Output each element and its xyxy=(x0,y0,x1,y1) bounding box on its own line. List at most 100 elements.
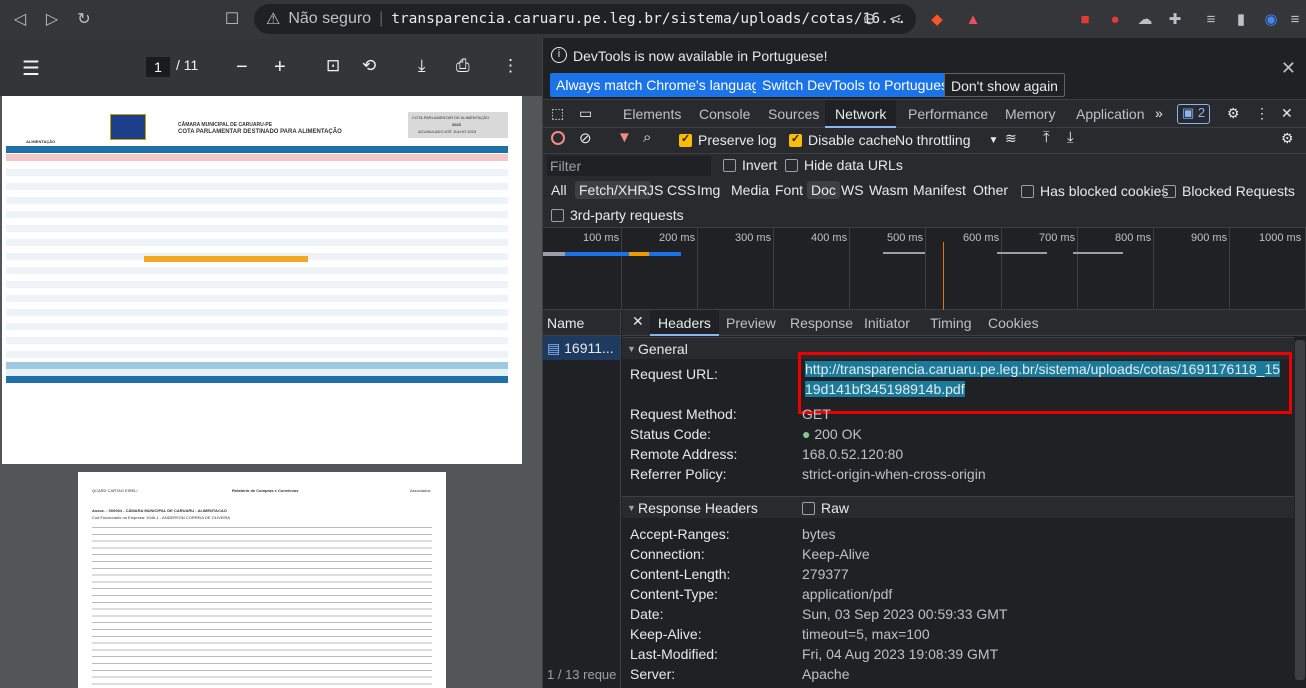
blocked-cookies-checkbox[interactable]: Has blocked cookies xyxy=(1021,183,1168,199)
type-font[interactable]: Font xyxy=(771,181,807,199)
type-img[interactable]: Img xyxy=(693,181,724,199)
download-icon[interactable]: ⤓ xyxy=(1067,129,1074,146)
checkbox-icon xyxy=(551,208,564,222)
download-icon[interactable]: ⤓ xyxy=(418,56,426,76)
tab-response[interactable]: Response xyxy=(782,310,861,336)
tab-network[interactable]: Network xyxy=(825,100,897,128)
cloud-icon[interactable]: ☁ xyxy=(1130,4,1160,34)
type-ws[interactable]: WS xyxy=(837,181,868,199)
type-doc[interactable]: Doc xyxy=(807,181,840,199)
tab-timing[interactable]: Timing xyxy=(922,310,980,336)
raw-checkbox[interactable]: Raw xyxy=(802,497,849,519)
media-icon[interactable]: ≡ xyxy=(1196,4,1226,34)
network-overview[interactable]: 100 ms 200 ms 300 ms 400 ms 500 ms 600 m… xyxy=(543,228,1306,310)
triangle-down-icon: ▼ xyxy=(627,503,636,513)
device-toolbar-icon[interactable]: ▭ xyxy=(579,105,592,122)
wifi-settings-icon[interactable]: ≋ xyxy=(1005,130,1017,147)
throttling-select[interactable]: No throttling ▼ xyxy=(895,132,998,148)
fit-page-icon[interactable]: ⊡ xyxy=(326,56,340,76)
close-icon[interactable]: ✕ xyxy=(632,313,644,330)
menu-icon[interactable]: ≡ xyxy=(1280,4,1306,34)
throttling-value: No throttling xyxy=(895,132,971,148)
type-fetch-xhr[interactable]: Fetch/XHR xyxy=(575,181,652,199)
brave-rewards-icon[interactable]: ▲ xyxy=(958,4,988,34)
checkbox-icon xyxy=(723,158,736,172)
clear-icon[interactable]: ⊘ xyxy=(579,129,592,147)
back-icon[interactable]: ◁ xyxy=(4,3,36,35)
pdf-viewer: ☰ 1 / 11 − + ⊡ ⟲ ⤓ ⎙ ⋮ CÂMARA MUNICIPAL … xyxy=(0,38,542,688)
zoom-in-icon[interactable]: + xyxy=(274,56,286,79)
tab-performance[interactable]: Performance xyxy=(898,100,998,128)
tab-headers[interactable]: Headers xyxy=(650,310,719,336)
close-devtools-icon[interactable]: ✕ xyxy=(1281,105,1293,122)
zoom-out-icon[interactable]: − xyxy=(236,56,248,79)
issues-badge[interactable]: ▣ 2 xyxy=(1177,104,1211,124)
switch-portuguese-button[interactable]: Switch DevTools to Portuguese xyxy=(756,73,962,97)
section-label: ALIMENTAÇÃO xyxy=(26,139,56,144)
url-text[interactable]: transparencia.caruaru.pe.leg.br/sistema/… xyxy=(391,11,906,27)
dont-show-button[interactable]: Don't show again xyxy=(944,73,1065,97)
tick-line xyxy=(773,228,774,310)
network-settings-icon[interactable]: ⚙ xyxy=(1281,130,1294,147)
invert-checkbox[interactable]: Invert xyxy=(723,157,777,173)
close-icon[interactable]: ✕ xyxy=(1281,58,1296,79)
brave-shield-icon[interactable]: ◆ xyxy=(922,4,952,34)
puzzle-icon[interactable]: ✚ xyxy=(1160,4,1190,34)
tab-application[interactable]: Application xyxy=(1066,100,1155,128)
type-wasm[interactable]: Wasm xyxy=(865,181,912,199)
page-number-input[interactable]: 1 xyxy=(146,57,170,77)
third-party-checkbox[interactable]: 3rd-party requests xyxy=(551,207,684,223)
share-icon[interactable]: ⋖ xyxy=(889,9,902,29)
upload-icon[interactable]: ⤒ xyxy=(1043,129,1050,146)
sidebar-icon[interactable]: ▮ xyxy=(1226,4,1256,34)
table-body xyxy=(6,162,508,362)
scrollbar[interactable] xyxy=(1295,340,1305,680)
header-value: Keep-Alive xyxy=(802,546,870,562)
type-other[interactable]: Other xyxy=(969,181,1012,199)
more-icon[interactable]: ⋮ xyxy=(1255,105,1269,122)
disable-cache-checkbox[interactable]: Disable cache xyxy=(789,132,896,148)
record-icon[interactable] xyxy=(551,131,565,145)
tab-cookies[interactable]: Cookies xyxy=(980,310,1047,336)
tab-memory[interactable]: Memory xyxy=(995,100,1066,128)
tick-line xyxy=(849,228,850,310)
tab-preview[interactable]: Preview xyxy=(718,310,784,336)
tab-elements[interactable]: Elements xyxy=(613,100,691,128)
inspect-icon[interactable]: ⬚ xyxy=(551,105,564,122)
request-row[interactable]: ▤ 16911... xyxy=(543,336,620,360)
menu-icon[interactable]: ☰ xyxy=(22,56,40,81)
forward-icon[interactable]: ▷ xyxy=(36,3,68,35)
filter-icon[interactable]: ▼ xyxy=(617,129,632,146)
pdf-extension-icon[interactable]: ■ xyxy=(1070,4,1100,34)
tab-initiator[interactable]: Initiator xyxy=(856,310,918,336)
hide-data-urls-checkbox[interactable]: Hide data URLs xyxy=(785,157,903,173)
extension-icon[interactable]: ● xyxy=(1100,4,1130,34)
invert-label: Invert xyxy=(742,157,778,173)
page2-table xyxy=(92,524,432,688)
request-area: Name ▤ 16911... 1 / 13 reque ✕ Headers P… xyxy=(543,310,1306,688)
rotate-icon[interactable]: ⟲ xyxy=(362,56,376,76)
search-icon[interactable]: ⌕ xyxy=(643,129,651,146)
disable-cache-label: Disable cache xyxy=(808,132,896,148)
request-url-value[interactable]: http://transparencia.caruaru.pe.leg.br/s… xyxy=(805,359,1287,399)
type-manifest[interactable]: Manifest xyxy=(909,181,970,199)
address-bar[interactable]: ⚠ Não seguro | transparencia.caruaru.pe.… xyxy=(254,4,916,34)
zoom-icon[interactable]: ⊖ xyxy=(863,9,876,29)
response-headers-section-header[interactable]: ▼ Response Headers Raw xyxy=(622,496,1294,518)
type-all[interactable]: All xyxy=(547,181,571,199)
always-match-button[interactable]: Always match Chrome's language xyxy=(550,73,774,97)
preserve-log-checkbox[interactable]: Preserve log xyxy=(679,132,777,148)
tab-console[interactable]: Console xyxy=(689,100,760,128)
bookmark-icon[interactable]: ☐ xyxy=(216,3,248,35)
request-method-value: GET xyxy=(802,406,831,422)
name-column-header[interactable]: Name xyxy=(543,310,620,336)
more-icon[interactable]: ⋮ xyxy=(502,56,519,76)
tab-sources[interactable]: Sources xyxy=(758,100,829,128)
blocked-requests-checkbox[interactable]: Blocked Requests xyxy=(1163,183,1295,199)
reload-icon[interactable]: ↻ xyxy=(68,3,100,35)
settings-icon[interactable]: ⚙ xyxy=(1227,105,1240,122)
print-icon[interactable]: ⎙ xyxy=(456,56,470,76)
more-tabs-icon[interactable]: » xyxy=(1155,105,1163,121)
filter-input[interactable]: Filter xyxy=(547,156,711,176)
type-media[interactable]: Media xyxy=(727,181,773,199)
